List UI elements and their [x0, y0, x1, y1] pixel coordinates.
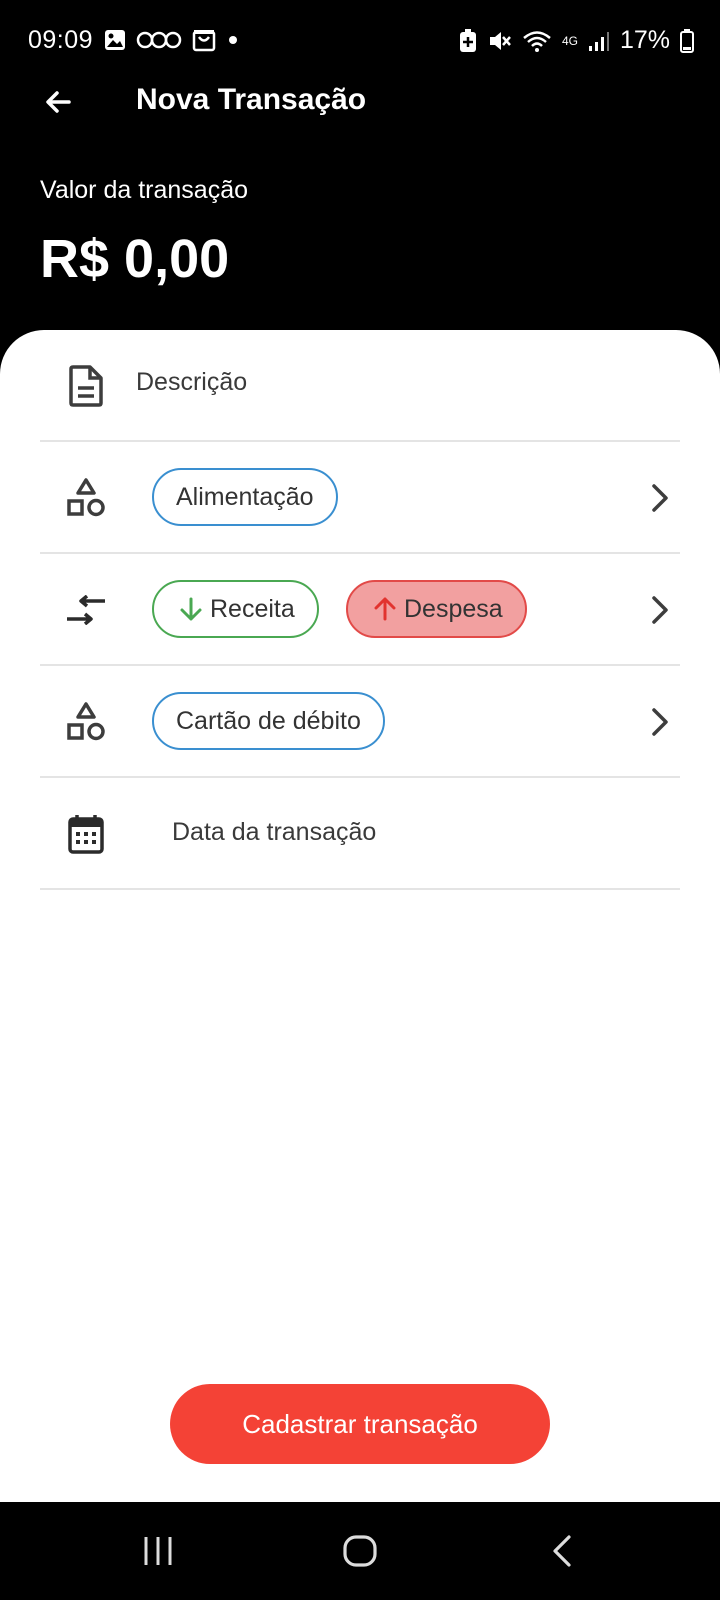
link-icon [136, 31, 182, 49]
chevron-right-icon [652, 596, 668, 624]
income-chip[interactable]: Receita [152, 580, 319, 638]
shapes-icon [64, 476, 108, 520]
arrow-left-icon [46, 91, 71, 113]
dot-icon [229, 36, 237, 44]
category-chip[interactable]: Alimentação [152, 468, 338, 526]
amount-value[interactable]: R$ 0,00 [40, 228, 229, 290]
submit-button-label: Cadastrar transação [242, 1408, 478, 1439]
chevron-right-icon [652, 708, 668, 736]
wifi-icon [523, 30, 551, 52]
account-chip-label: Cartão de débito [176, 706, 361, 735]
chevron-right-icon [652, 484, 668, 512]
shopping-bag-icon [192, 30, 216, 52]
calendar-icon [64, 812, 108, 856]
battery-icon [680, 28, 694, 53]
app-header: Nova Transação [0, 70, 720, 126]
status-time: 09:09 [28, 26, 94, 54]
recent-apps-icon [144, 1537, 172, 1565]
type-chevron[interactable] [644, 590, 676, 630]
chevron-left-icon [553, 1535, 571, 1567]
signal-icon [588, 31, 609, 51]
system-icons: 4G 17% [458, 26, 694, 55]
type-row: Receita Despesa [40, 554, 680, 666]
home-icon [343, 1535, 377, 1567]
income-chip-label: Receita [210, 594, 295, 623]
arrow-down-icon [178, 596, 204, 622]
category-chevron[interactable] [644, 478, 676, 518]
page-title: Nova Transação [136, 83, 367, 116]
date-input[interactable]: Data da transação [172, 818, 376, 847]
description-row[interactable]: Descrição [40, 330, 680, 442]
expense-chip-label: Despesa [404, 594, 503, 623]
submit-transaction-button[interactable]: Cadastrar transação [170, 1384, 550, 1464]
account-chip[interactable]: Cartão de débito [152, 692, 385, 750]
home-button[interactable] [330, 1526, 390, 1576]
amount-label: Valor da transação [40, 176, 248, 204]
category-row[interactable]: Alimentação [40, 442, 680, 554]
account-chevron[interactable] [644, 702, 676, 742]
expense-chip[interactable]: Despesa [346, 580, 527, 638]
swap-arrows-icon [64, 588, 108, 632]
battery-percent: 17% [619, 26, 670, 54]
date-row[interactable]: Data da transação [40, 778, 680, 890]
mute-icon [489, 31, 511, 50]
gallery-icon [105, 30, 125, 50]
status-bar: 09:09 4G 17% [0, 0, 720, 80]
battery-saver-icon [459, 28, 476, 52]
arrow-up-icon [372, 596, 398, 622]
system-nav-bar [0, 1502, 720, 1600]
shapes-icon [64, 700, 108, 744]
network-type-label: 4G [561, 33, 578, 48]
document-icon [64, 364, 108, 408]
recent-apps-button[interactable] [128, 1526, 188, 1576]
account-row[interactable]: Cartão de débito [40, 666, 680, 778]
back-button[interactable] [36, 80, 80, 124]
transaction-form: Descrição Alimentação Receita Despesa Ca… [0, 330, 720, 1502]
category-chip-label: Alimentação [176, 482, 314, 511]
nav-back-button[interactable] [532, 1526, 592, 1576]
notification-icons [104, 28, 240, 52]
description-input[interactable]: Descrição [136, 368, 247, 397]
